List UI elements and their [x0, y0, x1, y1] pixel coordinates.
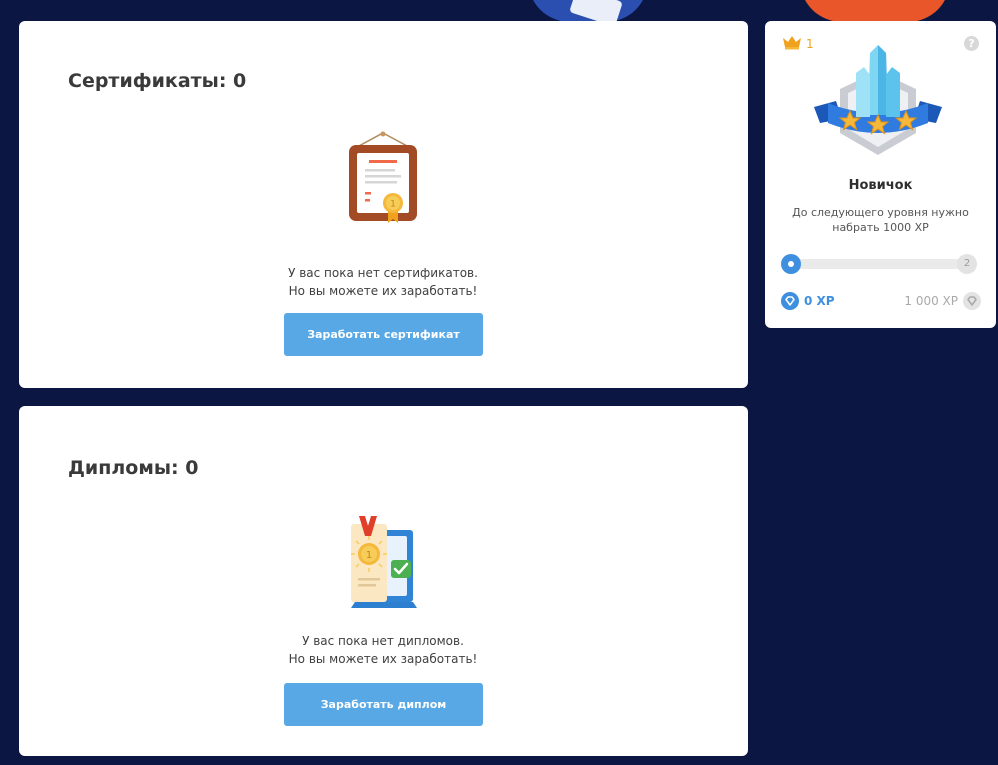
- xp-gem-icon: [963, 292, 981, 310]
- certificate-icon: 1: [343, 131, 423, 235]
- background-decoration: [800, 0, 950, 22]
- level-badge-icon: [808, 45, 948, 167]
- level-name: Новичок: [848, 178, 913, 193]
- svg-text:1: 1: [390, 200, 396, 210]
- xp-target-value: 1 000 XP: [904, 294, 958, 308]
- xp-row: 0 XP 1 000 XP: [781, 292, 981, 312]
- progress-track: [789, 259, 969, 269]
- level-card: 1 ? Новичок До следующего уровня нужно н…: [765, 21, 996, 328]
- diplomas-title: Дипломы: 0: [68, 457, 199, 479]
- certificates-card: Сертификаты: 0 1 У вас пока нет сертифик…: [19, 21, 748, 388]
- certificates-title: Сертификаты: 0: [68, 70, 247, 92]
- level-description: До следующего уровня нужно набрать 1000 …: [792, 206, 969, 234]
- diplomas-card: Дипломы: 0 1 У вас пока нет дипломов. Но…: [19, 406, 748, 756]
- diplomas-empty-message: У вас пока нет дипломов. Но вы можете их…: [288, 634, 478, 666]
- diploma-icon: 1: [343, 516, 423, 616]
- xp-gem-icon: [781, 292, 799, 310]
- svg-text:1: 1: [366, 550, 372, 561]
- xp-current-value: 0 XP: [804, 294, 835, 308]
- progress-start-marker: [781, 254, 801, 274]
- help-icon[interactable]: ?: [964, 36, 979, 51]
- xp-current: 0 XP: [781, 292, 835, 310]
- certificates-empty-message: У вас пока нет сертификатов. Но вы может…: [288, 266, 478, 298]
- crown-icon: [781, 34, 803, 54]
- earn-diploma-button[interactable]: Заработать диплом: [284, 683, 483, 726]
- next-level-marker: 2: [957, 254, 977, 274]
- level-progress-bar: 2: [781, 254, 977, 274]
- earn-certificate-button[interactable]: Заработать сертификат: [284, 313, 483, 356]
- xp-target: 1 000 XP: [904, 292, 981, 310]
